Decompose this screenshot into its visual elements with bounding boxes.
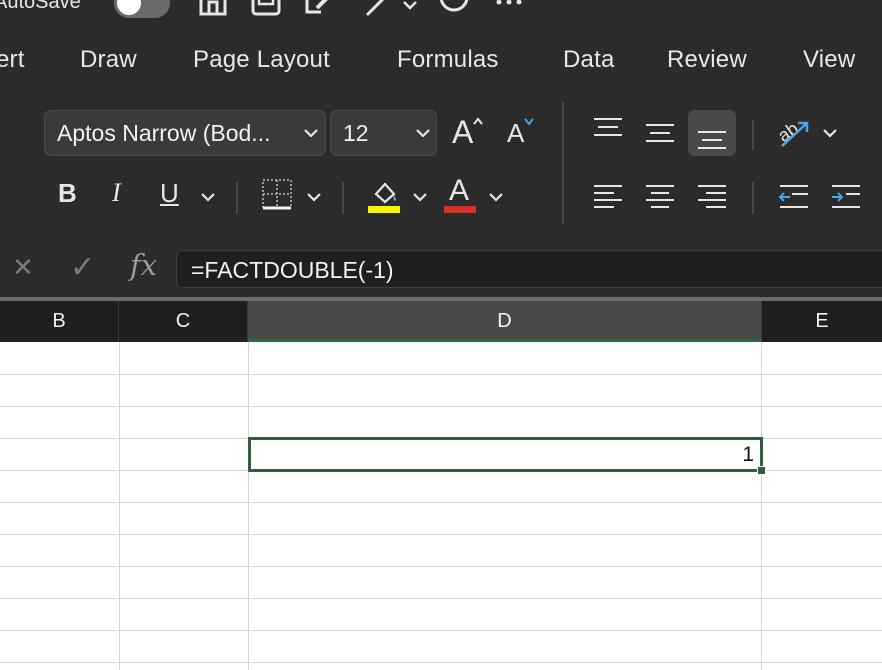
circle-icon[interactable] — [438, 0, 470, 18]
fill-color-chevron-icon[interactable] — [412, 190, 428, 204]
font-size-dropdown[interactable]: 12 — [330, 110, 437, 156]
edit-icon[interactable] — [303, 0, 339, 20]
increase-font-size-button[interactable]: A — [450, 112, 490, 152]
autosave-label: AutoSave — [0, 0, 81, 13]
caret-up-icon — [473, 117, 483, 125]
tab-insert[interactable]: ert — [0, 46, 25, 74]
fill-handle[interactable] — [757, 466, 766, 475]
tab-view[interactable]: View — [803, 46, 855, 74]
borders-chevron-icon[interactable] — [306, 190, 322, 204]
align-bottom-button[interactable] — [688, 110, 736, 156]
tab-page-layout[interactable]: Page Layout — [193, 46, 330, 74]
cancel-formula-button[interactable]: ✕ — [12, 252, 34, 283]
formula-bar: ✕ ✓ fx =FACTDOUBLE(-1) — [0, 240, 882, 297]
cell-grid[interactable]: 1 — [0, 342, 882, 670]
align-bottom-icon — [698, 131, 726, 149]
font-name-dropdown[interactable]: Aptos Narrow (Bod... — [44, 110, 326, 156]
tab-draw[interactable]: Draw — [80, 46, 137, 74]
align-middle-icon[interactable] — [644, 120, 676, 148]
column-gridline — [761, 342, 762, 670]
row-gridline — [0, 598, 882, 599]
tab-data[interactable]: Data — [563, 46, 615, 74]
insert-function-button[interactable]: fx — [130, 248, 157, 282]
ribbon-tabs: ert Draw Page Layout Formulas Data Revie… — [0, 22, 882, 98]
column-gridline — [248, 342, 249, 670]
home-ribbon: Aptos Narrow (Bod... 12 A A B I U A ab — [0, 98, 882, 240]
align-right-icon[interactable] — [696, 182, 728, 212]
ribbon-separator — [752, 120, 754, 150]
row-gridline — [0, 662, 882, 663]
align-left-icon[interactable] — [592, 182, 624, 212]
font-size-value: 12 — [343, 120, 369, 146]
column-header-c[interactable]: C — [119, 301, 248, 342]
title-bar: AutoSave — [0, 0, 882, 22]
pen-icon[interactable] — [364, 0, 394, 18]
font-name-value: Aptos Narrow (Bod... — [57, 120, 271, 146]
more-icon[interactable] — [494, 0, 524, 12]
bold-button[interactable]: B — [58, 178, 77, 209]
save-icon[interactable] — [250, 0, 282, 20]
decrease-font-size-button[interactable]: A — [505, 116, 541, 152]
caret-down-icon — [524, 118, 534, 126]
underline-button[interactable]: U — [160, 178, 179, 209]
column-header-b[interactable]: B — [0, 301, 119, 342]
column-headers: B C D E — [0, 301, 882, 342]
ribbon-separator — [342, 182, 344, 214]
italic-button[interactable]: I — [112, 178, 121, 208]
borders-icon[interactable] — [261, 178, 293, 210]
ribbon-separator — [752, 182, 754, 214]
font-color-chevron-icon[interactable] — [488, 190, 504, 204]
orientation-icon[interactable]: ab — [776, 116, 812, 150]
column-gridline — [119, 342, 120, 670]
autosave-toggle[interactable] — [114, 0, 170, 18]
grow-font-label: A — [452, 114, 474, 150]
formula-input[interactable]: =FACTDOUBLE(-1) — [176, 250, 882, 288]
font-color-button[interactable]: A — [449, 174, 469, 208]
active-cell[interactable]: 1 — [248, 437, 763, 472]
underline-options-chevron-icon[interactable] — [200, 190, 216, 204]
font-color-swatch — [444, 206, 476, 213]
decrease-indent-icon[interactable] — [778, 182, 810, 212]
row-gridline — [0, 502, 882, 503]
confirm-formula-button[interactable]: ✓ — [70, 250, 95, 285]
ribbon-separator — [562, 102, 564, 224]
formula-text: =FACTDOUBLE(-1) — [191, 257, 394, 283]
align-top-icon[interactable] — [592, 116, 624, 144]
column-header-d[interactable]: D — [248, 301, 762, 342]
orientation-chevron-icon[interactable] — [822, 126, 838, 140]
row-gridline — [0, 374, 882, 375]
align-center-icon[interactable] — [644, 182, 676, 212]
chevron-down-icon[interactable] — [400, 0, 420, 14]
increase-indent-icon[interactable] — [830, 182, 862, 212]
row-gridline — [0, 406, 882, 407]
tab-formulas[interactable]: Formulas — [397, 46, 499, 74]
fill-color-swatch — [368, 206, 400, 213]
chevron-down-icon — [416, 129, 430, 138]
tab-review[interactable]: Review — [667, 46, 747, 74]
home-icon[interactable] — [198, 0, 228, 18]
row-gridline — [0, 566, 882, 567]
active-cell-value: 1 — [742, 443, 754, 466]
ribbon-separator — [236, 182, 238, 214]
row-gridline — [0, 630, 882, 631]
shrink-font-label: A — [507, 118, 525, 148]
row-gridline — [0, 534, 882, 535]
chevron-down-icon — [304, 129, 318, 138]
column-header-e[interactable]: E — [762, 301, 882, 342]
